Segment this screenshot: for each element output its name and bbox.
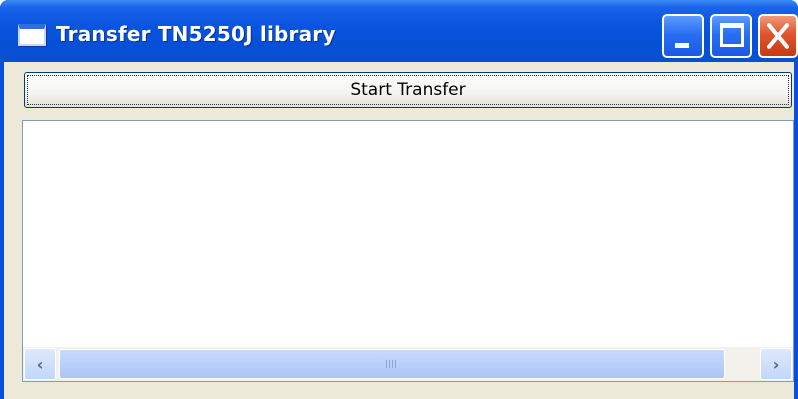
grip-icon xyxy=(386,360,398,368)
window-client-area: Start Transfer ‹ › xyxy=(4,62,794,399)
app-window-icon xyxy=(18,24,46,46)
close-button[interactable] xyxy=(758,14,798,58)
horizontal-scrollbar[interactable]: ‹ › xyxy=(23,347,793,381)
minimize-button[interactable] xyxy=(662,14,704,58)
transfer-log-list[interactable]: ‹ › xyxy=(22,120,794,382)
maximize-icon xyxy=(720,23,744,47)
chevron-right-icon: › xyxy=(772,354,780,374)
minimize-icon xyxy=(675,43,689,48)
start-transfer-button[interactable]: Start Transfer xyxy=(24,72,792,108)
chevron-left-icon: ‹ xyxy=(36,354,44,374)
scroll-left-button[interactable]: ‹ xyxy=(24,348,56,380)
close-icon xyxy=(766,23,790,49)
window-title: Transfer TN5250J library xyxy=(56,22,336,46)
title-bar[interactable]: Transfer TN5250J library xyxy=(0,0,798,62)
scrollbar-thumb[interactable] xyxy=(59,349,725,379)
maximize-button[interactable] xyxy=(710,14,752,58)
scroll-right-button[interactable]: › xyxy=(760,348,792,380)
app-window: Transfer TN5250J library Start Transfer … xyxy=(0,0,798,399)
